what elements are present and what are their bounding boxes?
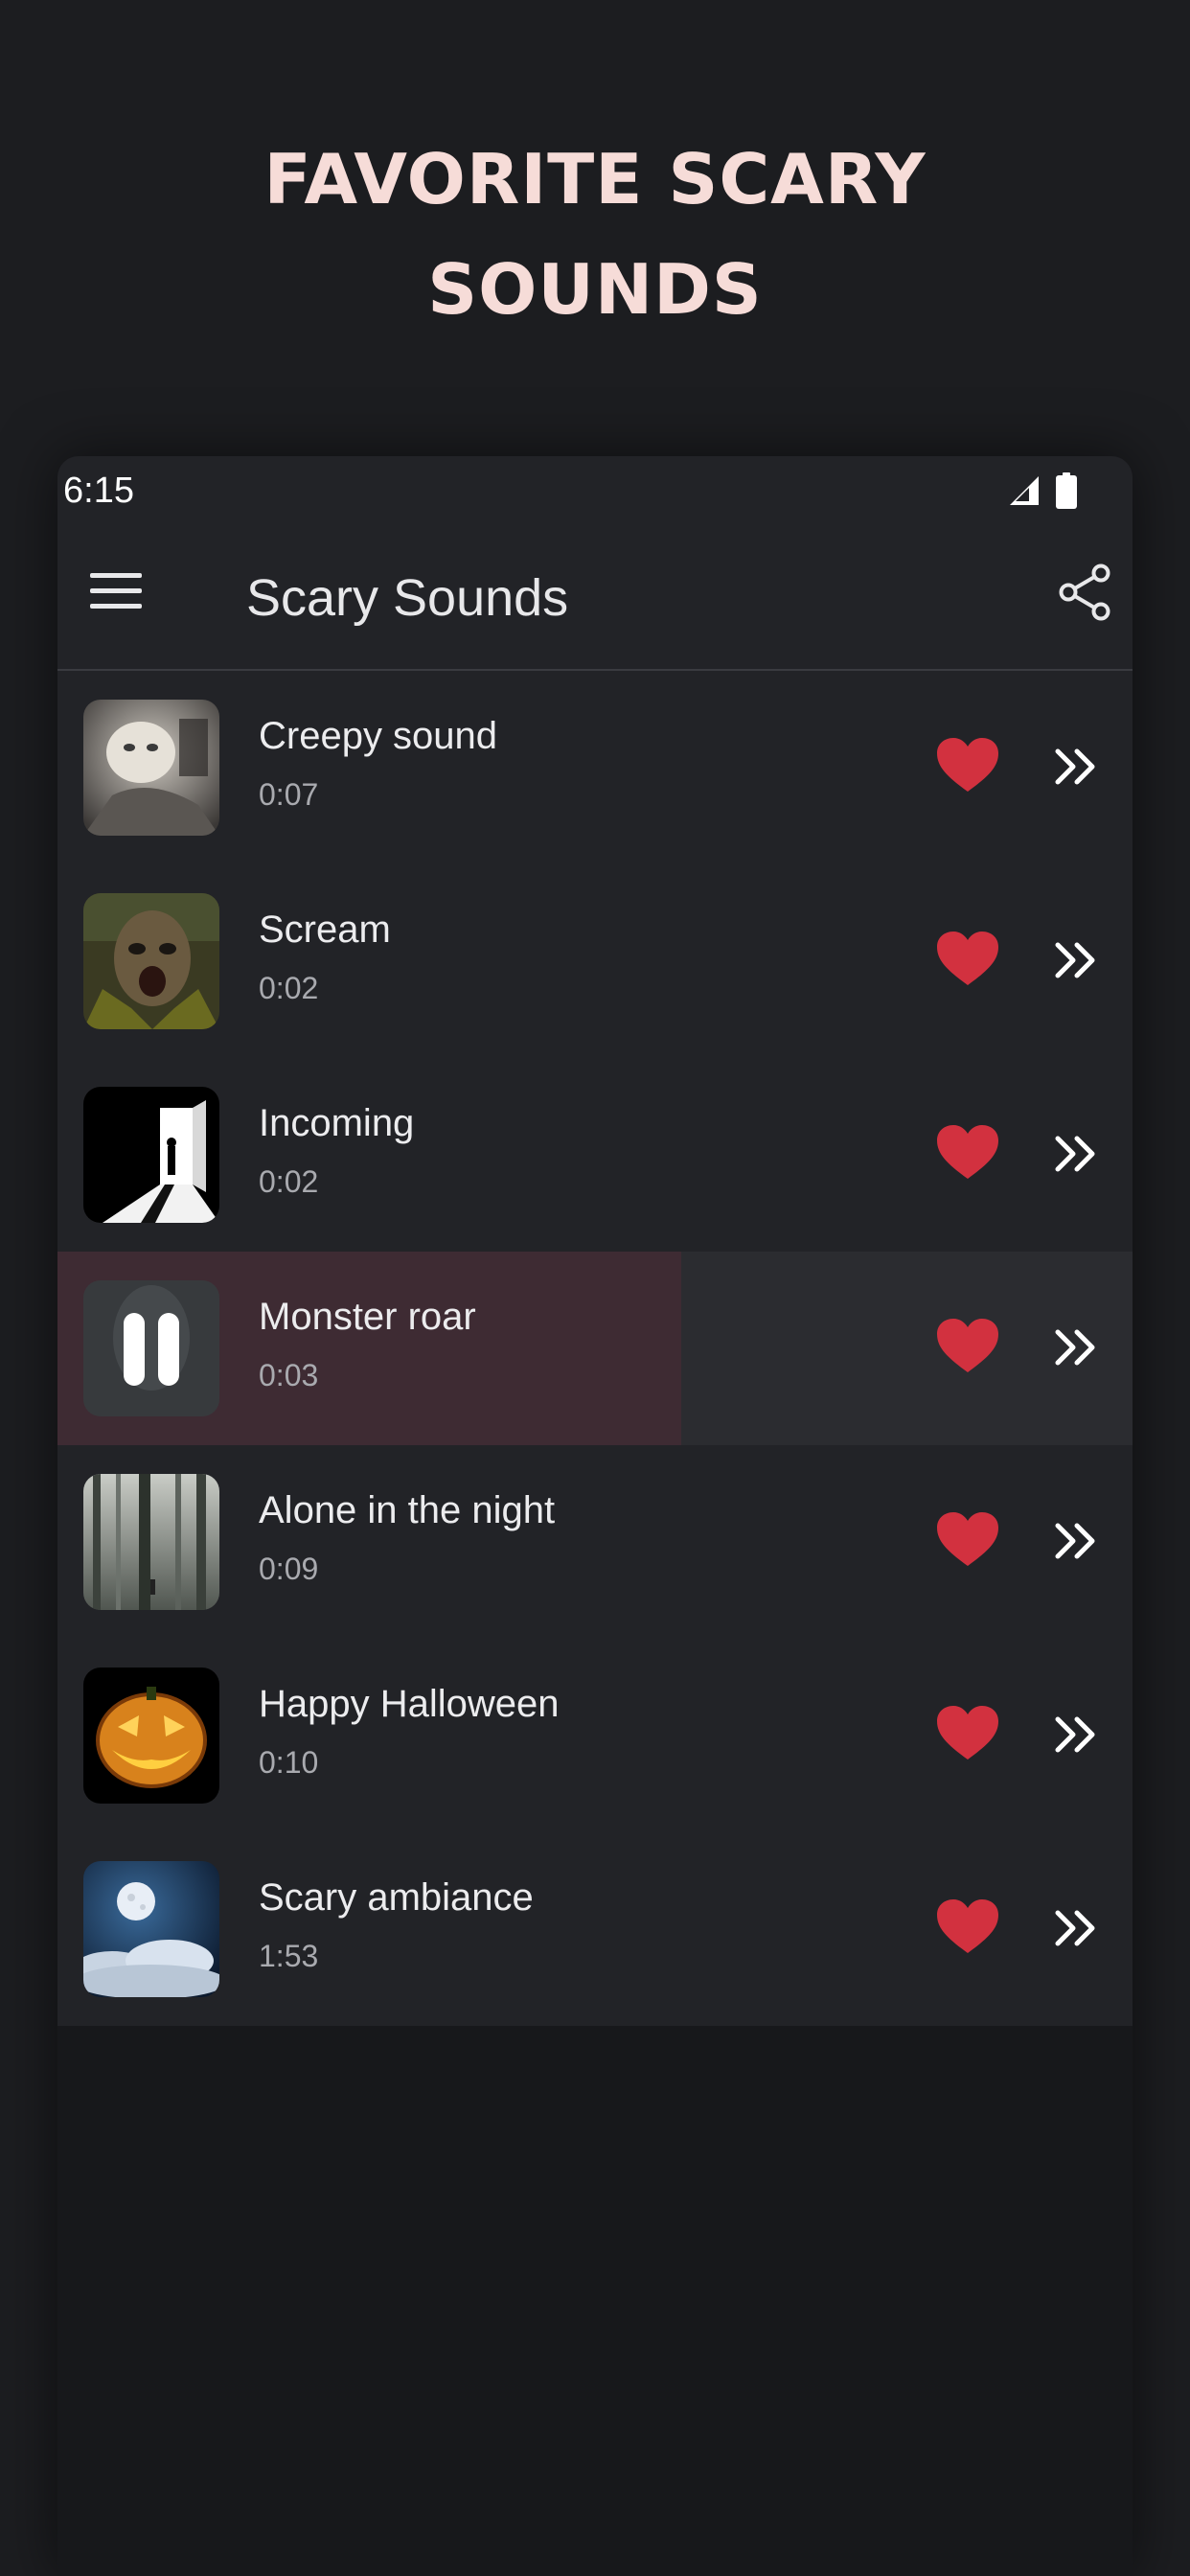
double-chevron-right-icon[interactable] — [1054, 746, 1098, 788]
status-bar: 6:15 — [57, 456, 1133, 523]
sound-row[interactable]: Scary ambiance 1:53 — [57, 1832, 1133, 2026]
sound-row[interactable]: Incoming 0:02 — [57, 1058, 1133, 1252]
battery-icon — [1056, 472, 1077, 509]
zombie-face-image — [83, 893, 219, 1029]
sound-row-playing[interactable]: Monster roar 0:03 — [57, 1252, 1133, 1445]
double-chevron-right-icon[interactable] — [1054, 1714, 1098, 1756]
sound-duration: 0:02 — [259, 1164, 319, 1199]
sound-title: Monster roar — [259, 1296, 476, 1338]
sound-duration: 0:10 — [259, 1745, 319, 1780]
jack-o-lantern-image — [83, 1668, 219, 1804]
heart-icon[interactable] — [937, 1512, 998, 1568]
open-door-silhouette-image — [83, 1087, 219, 1223]
hamburger-menu-icon[interactable] — [90, 571, 142, 611]
sound-duration: 0:09 — [259, 1552, 319, 1586]
sound-title: Alone in the night — [259, 1489, 556, 1531]
status-icons — [1008, 472, 1077, 510]
heart-icon[interactable] — [937, 738, 998, 794]
promo-title-line-1: FAVORITE SCARY — [263, 139, 927, 219]
sound-row[interactable]: Alone in the night 0:09 — [57, 1445, 1133, 1639]
moon-clouds-image — [83, 1861, 219, 1997]
sound-row[interactable]: Scream 0:02 — [57, 864, 1133, 1058]
promo-title-line-2: SOUNDS — [427, 249, 763, 330]
app-title: Scary Sounds — [246, 569, 569, 627]
promo-title: FAVORITE SCARY SOUNDS — [0, 125, 1190, 345]
sound-duration: 0:07 — [259, 777, 319, 812]
sound-title: Scary ambiance — [259, 1876, 534, 1919]
sound-list: Creepy sound 0:07 Scream 0:02 Incoming 0… — [57, 671, 1133, 2026]
heart-icon[interactable] — [937, 1125, 998, 1181]
double-chevron-right-icon[interactable] — [1054, 1907, 1098, 1949]
heart-icon[interactable] — [937, 932, 998, 987]
sound-row[interactable]: Creepy sound 0:07 — [57, 671, 1133, 864]
sound-title: Creepy sound — [259, 715, 498, 757]
status-time: 6:15 — [63, 471, 134, 511]
double-chevron-right-icon[interactable] — [1054, 1520, 1098, 1562]
heart-icon[interactable] — [937, 1319, 998, 1374]
foggy-forest-image — [83, 1474, 219, 1610]
phone-screen: 6:15 Scary Sounds Creepy sound 0:07 Scre… — [57, 456, 1133, 2576]
ghost-girl-image — [83, 1280, 219, 1416]
sound-row[interactable]: Happy Halloween 0:10 — [57, 1639, 1133, 1832]
heart-icon[interactable] — [937, 1899, 998, 1955]
double-chevron-right-icon[interactable] — [1054, 1326, 1098, 1368]
sound-title: Incoming — [259, 1102, 415, 1144]
sound-title: Happy Halloween — [259, 1683, 560, 1725]
sound-duration: 0:02 — [259, 971, 319, 1005]
share-icon[interactable] — [1058, 564, 1111, 621]
sound-title: Scream — [259, 908, 391, 951]
double-chevron-right-icon[interactable] — [1054, 939, 1098, 981]
double-chevron-right-icon[interactable] — [1054, 1133, 1098, 1175]
app-bar: Scary Sounds — [57, 523, 1133, 671]
heart-icon[interactable] — [937, 1706, 998, 1761]
doll-image — [83, 700, 219, 836]
sound-duration: 0:03 — [259, 1358, 319, 1392]
signal-icon — [1010, 476, 1039, 505]
sound-duration: 1:53 — [259, 1939, 319, 1973]
